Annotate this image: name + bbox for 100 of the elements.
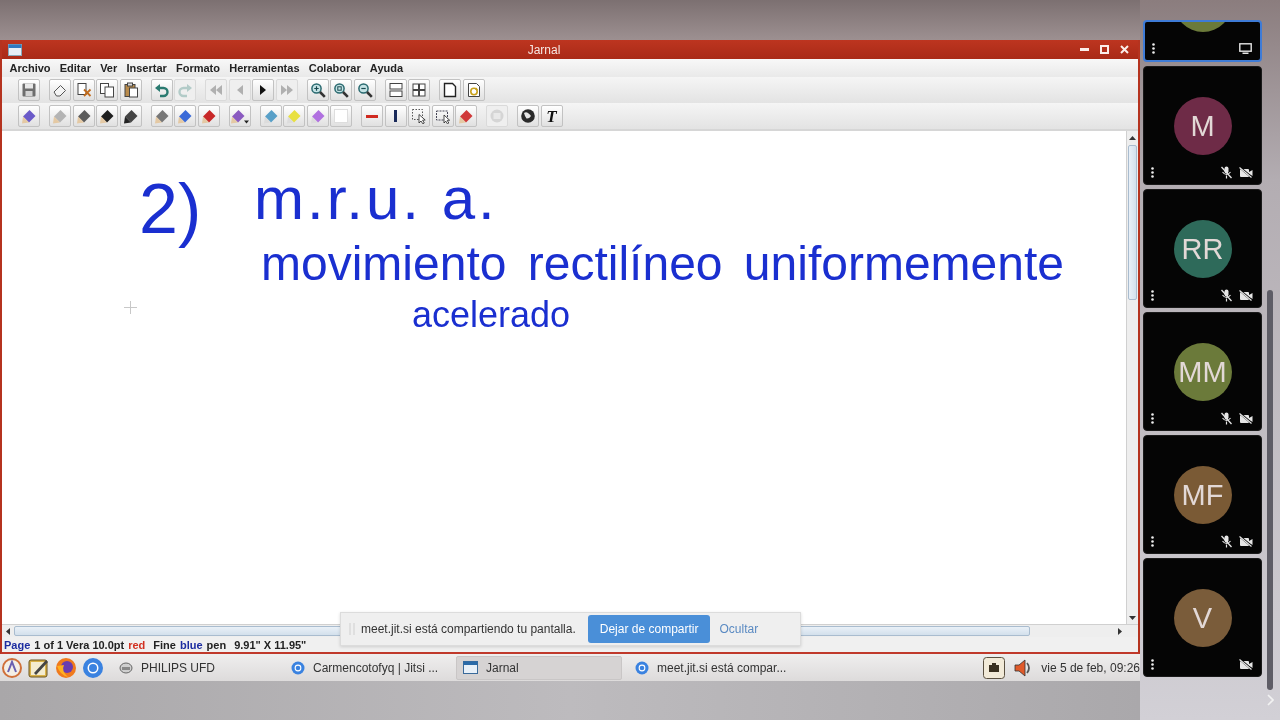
up-arrow-icon (1129, 135, 1136, 140)
empty-swatch-icon (333, 108, 349, 124)
next-page-button[interactable] (252, 79, 274, 101)
paste-button[interactable] (119, 79, 142, 101)
status-text: blue (179, 638, 203, 651)
notepad-icon[interactable] (28, 656, 50, 679)
notice-text: meet.jit.si está compartiendo tu pantalla. (361, 622, 576, 636)
menu-item[interactable]: Archivo (5, 62, 56, 74)
scroll-thumb[interactable] (1267, 290, 1273, 690)
taskbar-button[interactable]: Carmencotofyq | Jitsi ... (284, 655, 450, 680)
status-text: Page (4, 638, 31, 651)
double-right-arrow-icon (278, 82, 295, 98)
clock[interactable]: vie 5 de feb, 09:26 (1041, 660, 1140, 675)
more-options-icon[interactable] (1152, 42, 1155, 54)
tray-app-icon[interactable] (983, 656, 1006, 679)
select-button[interactable] (408, 105, 430, 127)
stacked-pages-icon (387, 82, 404, 98)
more-options-icon[interactable] (1151, 289, 1154, 301)
browser-icon[interactable] (55, 656, 77, 679)
menu-item[interactable]: Formato (171, 62, 225, 74)
participant-tile[interactable]: MF (1143, 435, 1262, 554)
app-window-icon (8, 43, 22, 56)
handwritten-text: movimiento rectilíneo uniformemente (261, 240, 1064, 288)
menu-item[interactable]: Colaborar (304, 62, 366, 74)
participant-tile[interactable]: M (1143, 66, 1262, 185)
left-arrow-icon (6, 627, 10, 635)
app-menu-icon[interactable] (1, 656, 23, 679)
save-button[interactable] (18, 79, 40, 101)
status-text: red (128, 638, 146, 651)
maximize-icon[interactable] (1100, 45, 1109, 54)
browser-icon (291, 660, 305, 675)
globe-button[interactable] (517, 105, 539, 127)
status-text: Fine (153, 638, 176, 651)
crosshair-cursor-icon (124, 301, 137, 314)
menu-item[interactable]: Herramientas (224, 62, 305, 74)
close-icon[interactable] (1120, 45, 1129, 54)
avatar-initials: MM (1178, 355, 1227, 389)
rectangle-select-icon (434, 108, 451, 124)
vertical-scrollbar[interactable] (1126, 131, 1138, 624)
taskbar-button[interactable]: Jarnal (456, 655, 622, 680)
undo-arrow-icon (153, 82, 170, 98)
new-page-button[interactable] (439, 79, 461, 101)
down-arrow-icon (1129, 615, 1136, 620)
line-button[interactable] (384, 105, 407, 127)
zoom-out-icon (356, 82, 373, 98)
zoom-in-button[interactable] (306, 79, 329, 101)
handwritten-text: acelerado (412, 297, 571, 333)
rectangle-select-button[interactable] (431, 105, 454, 127)
drawing-canvas[interactable]: 2) m.r.u. a. movimiento rectilíneo uniformemente acelerado (2, 131, 1126, 624)
clipboard-scissors-icon (75, 82, 92, 98)
double-left-arrow-icon (208, 82, 224, 98)
window-title: Jarnal (526, 42, 562, 57)
cut-button[interactable] (72, 79, 95, 101)
more-options-icon[interactable] (1151, 166, 1154, 178)
participant-tile[interactable]: RR (1143, 189, 1262, 308)
magnifier-icon (333, 82, 349, 98)
menu-item[interactable]: Insertar (121, 62, 172, 74)
redo-arrow-icon (177, 82, 193, 98)
status-text: 9.91" X 11.95" (234, 638, 307, 651)
undo-button[interactable] (150, 79, 173, 101)
handwritten-text: m.r.u. a. (254, 169, 498, 229)
avatar-initials: M (1190, 109, 1215, 143)
browser-icon (635, 660, 649, 675)
copy-button[interactable] (96, 79, 118, 101)
menu-item[interactable]: Ayuda (365, 62, 408, 74)
taskbar-button[interactable]: PHILIPS UFD (112, 655, 278, 680)
grid-icon (411, 82, 427, 98)
eraser-icon (52, 82, 68, 98)
browser-icon[interactable] (82, 656, 104, 679)
image-icon (489, 108, 505, 124)
avatar-initials: MF (1181, 478, 1224, 512)
more-options-icon[interactable] (1151, 658, 1154, 670)
page-icon (442, 82, 458, 98)
lasso-select-icon (411, 108, 427, 124)
globe-icon (520, 108, 536, 124)
more-options-icon[interactable] (1151, 412, 1154, 424)
app-window-icon (463, 661, 478, 674)
scroll-thumb[interactable] (1128, 145, 1137, 300)
avatar-initials: V (1192, 601, 1213, 635)
menu-item[interactable]: Ver (95, 62, 122, 74)
zoom-out-button[interactable] (353, 79, 376, 101)
status-text: 1 of 1 Vera 10.0pt (34, 638, 125, 651)
text-tool-button[interactable]: T (540, 105, 563, 127)
status-text: pen (206, 638, 227, 651)
drive-icon (119, 660, 133, 675)
eraser-button[interactable] (49, 79, 71, 101)
zoom-fit-button[interactable] (330, 79, 352, 101)
more-options-icon[interactable] (1151, 535, 1154, 547)
page-refresh-button[interactable] (462, 79, 485, 101)
clipboard-icon (122, 82, 139, 98)
page-layout-button[interactable] (384, 79, 407, 101)
menu-item[interactable]: Editar (55, 62, 96, 74)
zoom-in-icon (309, 82, 326, 98)
copy-icon (99, 82, 115, 98)
right-arrow-icon (1118, 627, 1122, 635)
participant-tile[interactable]: V (1143, 558, 1262, 677)
page-refresh-icon (465, 82, 482, 98)
participant-tile[interactable] (1143, 20, 1262, 62)
grid-layout-button[interactable] (408, 79, 430, 101)
taskbar-button[interactable]: meet.jit.si está compar... (628, 655, 794, 680)
